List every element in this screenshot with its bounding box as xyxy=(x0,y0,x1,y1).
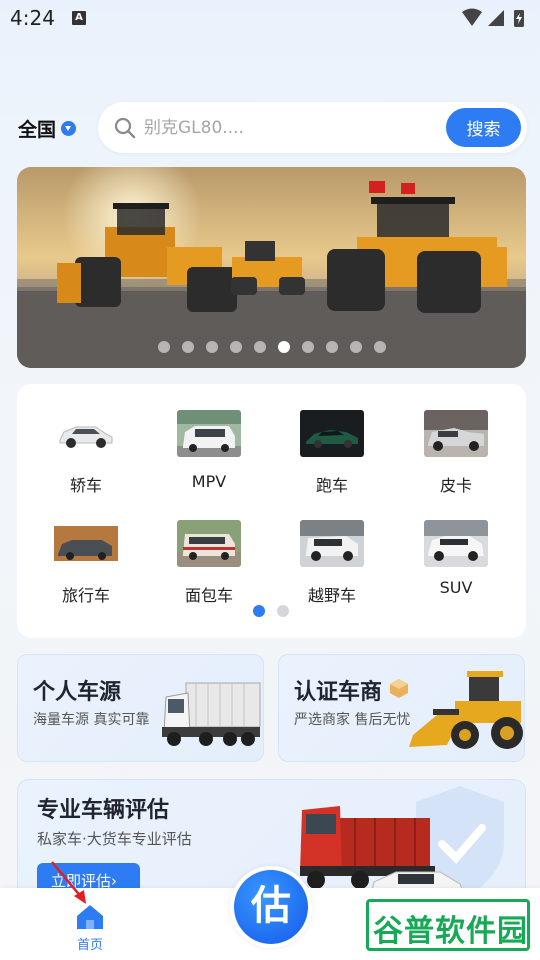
offroad-icon xyxy=(300,520,364,567)
banner-dot[interactable] xyxy=(205,341,218,353)
nav-home-label: 首页 xyxy=(76,938,103,953)
certified-dealer-title: 认证车商 xyxy=(294,680,383,705)
banner-dot-active[interactable] xyxy=(277,341,290,353)
notification-icon: A xyxy=(72,11,86,25)
loader-illustration xyxy=(409,671,523,749)
page-dot[interactable] xyxy=(277,605,289,617)
search-icon xyxy=(114,117,136,139)
banner-dot[interactable] xyxy=(301,341,314,353)
category-label: 越野车 xyxy=(307,586,356,605)
banner-dot[interactable] xyxy=(229,341,242,353)
category-grid: 轿车 MPV 跑车 皮卡 旅行车 面包车 越野车 SUV xyxy=(17,384,526,638)
certified-dealer-subtitle: 严选商家 售后无忧 xyxy=(294,712,411,728)
category-label: 旅行车 xyxy=(61,586,110,605)
category-sedan[interactable]: 轿车 xyxy=(31,410,141,506)
category-label: MPV xyxy=(191,472,227,491)
promo-banner[interactable] xyxy=(17,167,526,368)
evaluate-fab[interactable]: 估 xyxy=(230,866,312,948)
van-icon xyxy=(177,520,241,567)
chevron-down-icon xyxy=(61,120,77,136)
category-suv[interactable]: SUV xyxy=(401,520,511,616)
category-label: 轿车 xyxy=(69,476,102,495)
watermark-logo: 谷普软件园 xyxy=(366,899,530,951)
watermark-text: 谷普软件园 xyxy=(373,914,528,949)
search-bar[interactable]: 搜索 xyxy=(98,102,527,153)
region-selector[interactable]: 全国 xyxy=(18,114,77,142)
personal-source-card[interactable]: 个人车源 海量车源 真实可靠 xyxy=(17,654,264,762)
category-label: 跑车 xyxy=(315,476,348,495)
category-mpv[interactable]: MPV xyxy=(154,410,264,506)
category-label: 皮卡 xyxy=(439,476,472,495)
category-offroad[interactable]: 越野车 xyxy=(277,520,387,616)
banner-image xyxy=(17,167,526,368)
status-indicators xyxy=(462,8,524,27)
category-wagon[interactable]: 旅行车 xyxy=(31,520,141,616)
banner-dot[interactable] xyxy=(349,341,362,353)
category-label: 面包车 xyxy=(184,586,233,605)
wifi-icon xyxy=(462,8,482,26)
banner-dot[interactable] xyxy=(253,341,266,353)
search-input[interactable] xyxy=(144,114,424,142)
banner-dot[interactable] xyxy=(325,341,338,353)
pickup-icon xyxy=(424,410,488,457)
mpv-icon xyxy=(177,410,241,457)
evaluation-title: 专业车辆评估 xyxy=(37,798,170,823)
truck-illustration xyxy=(162,682,261,746)
personal-source-title: 个人车源 xyxy=(33,680,122,705)
banner-dot[interactable] xyxy=(373,341,386,353)
sports-car-icon xyxy=(300,410,364,457)
arrow-icon xyxy=(51,861,86,904)
category-van[interactable]: 面包车 xyxy=(154,520,264,616)
sedan-icon xyxy=(54,410,118,457)
region-label: 全国 xyxy=(18,118,57,141)
status-time: 4:24 xyxy=(10,6,55,30)
banner-dot[interactable] xyxy=(181,341,194,353)
banner-dot[interactable] xyxy=(157,341,170,353)
page-dot-active[interactable] xyxy=(253,605,265,617)
category-sports-car[interactable]: 跑车 xyxy=(277,410,387,506)
suv-icon xyxy=(424,520,488,567)
category-pagination xyxy=(253,605,289,617)
evaluation-subtitle: 私家车·大货车专业评估 xyxy=(37,830,192,848)
certified-dealer-card[interactable]: 认证车商 严选商家 售后无忧 xyxy=(278,654,525,762)
category-label: SUV xyxy=(439,578,473,597)
personal-source-subtitle: 海量车源 真实可靠 xyxy=(33,712,150,728)
status-bar: 4:24 A xyxy=(0,0,540,38)
category-pickup[interactable]: 皮卡 xyxy=(401,410,511,506)
banner-pagination xyxy=(17,341,526,353)
evaluate-fab-label: 估 xyxy=(234,870,308,944)
wagon-icon xyxy=(54,520,118,567)
signal-icon xyxy=(488,10,504,26)
search-button[interactable]: 搜索 xyxy=(446,108,521,147)
